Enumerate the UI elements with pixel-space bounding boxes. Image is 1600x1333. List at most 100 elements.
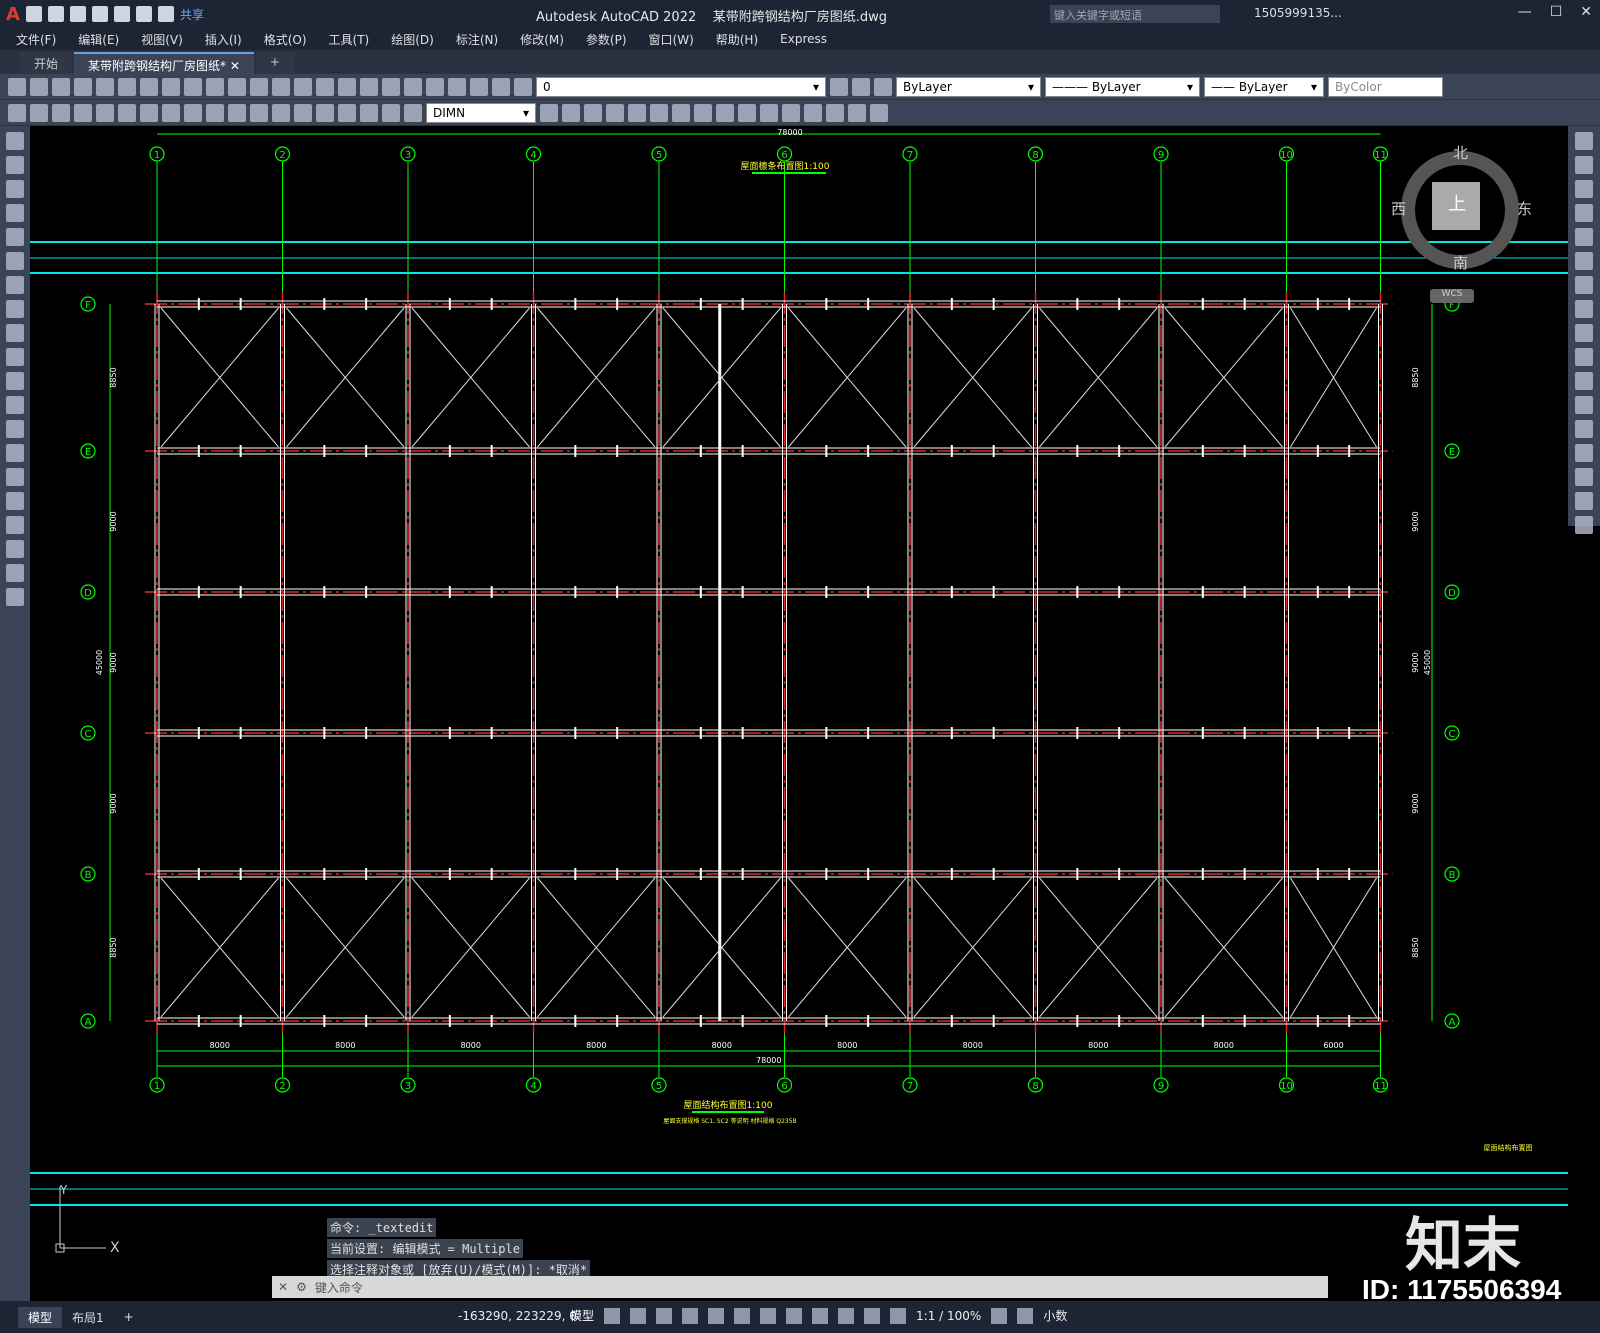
extend-icon[interactable] bbox=[1575, 372, 1593, 390]
menu-express[interactable]: Express bbox=[780, 32, 827, 46]
customize-icon[interactable]: ⚙ bbox=[296, 1280, 307, 1294]
polar-icon[interactable] bbox=[682, 1307, 699, 1324]
osnap-icon[interactable] bbox=[708, 1307, 725, 1324]
explode-icon[interactable] bbox=[870, 103, 888, 122]
lineweight-icon[interactable] bbox=[760, 1307, 777, 1324]
make-block-icon[interactable] bbox=[6, 420, 24, 438]
wcs-menu[interactable]: WCS bbox=[1430, 289, 1474, 303]
angular-icon[interactable] bbox=[162, 103, 180, 122]
add-selected-icon[interactable] bbox=[6, 588, 24, 606]
menu-insert[interactable]: 插入(I) bbox=[205, 31, 242, 48]
join-icon[interactable] bbox=[1575, 420, 1593, 438]
inspection-icon[interactable] bbox=[338, 103, 356, 122]
layer-state-icon[interactable] bbox=[874, 77, 892, 96]
design-center-icon[interactable] bbox=[382, 77, 400, 96]
match-properties-icon[interactable] bbox=[206, 77, 224, 96]
dimension-update-icon[interactable] bbox=[404, 103, 422, 122]
calculator-icon[interactable] bbox=[470, 77, 488, 96]
array-icon[interactable] bbox=[650, 103, 668, 122]
model-space-toggle[interactable]: 模型 bbox=[570, 1307, 594, 1324]
zoom-previous-icon[interactable] bbox=[338, 77, 356, 96]
plus-icon[interactable] bbox=[1017, 1307, 1034, 1324]
roof-structure-plan[interactable]: 11223344556677889910101111F FE ED DC CB BA A80… bbox=[30, 126, 1568, 1301]
extend-icon[interactable] bbox=[760, 103, 778, 122]
erase-icon[interactable] bbox=[1575, 132, 1593, 150]
quick-dimension-icon[interactable] bbox=[184, 103, 202, 122]
circle-icon[interactable] bbox=[6, 276, 24, 294]
linetype-dropdown[interactable]: ——— ByLayer ▾ bbox=[1045, 76, 1200, 97]
menu-help[interactable]: 帮助(H) bbox=[716, 31, 758, 48]
plot-icon[interactable] bbox=[74, 77, 92, 96]
revcloud-icon[interactable] bbox=[6, 300, 24, 318]
construction-line-icon[interactable] bbox=[6, 156, 24, 174]
open-file-icon[interactable] bbox=[47, 6, 64, 22]
save-icon[interactable] bbox=[69, 6, 86, 22]
stretch-icon[interactable] bbox=[716, 103, 734, 122]
menu-dimension[interactable]: 标注(N) bbox=[456, 31, 498, 48]
compass-south[interactable]: 南 bbox=[1453, 252, 1468, 273]
mirror-icon[interactable] bbox=[606, 103, 624, 122]
tab-drawing[interactable]: 某带附跨钢结构厂房图纸* ✕ bbox=[74, 52, 254, 74]
spline-icon[interactable] bbox=[6, 324, 24, 342]
maximize-icon[interactable]: ☐ bbox=[1550, 4, 1563, 20]
menu-modify[interactable]: 修改(M) bbox=[520, 31, 564, 48]
arc-length-icon[interactable] bbox=[52, 103, 70, 122]
grid-icon[interactable] bbox=[604, 1307, 621, 1324]
move-icon[interactable] bbox=[1575, 252, 1593, 270]
tab-start[interactable]: 开始 bbox=[20, 52, 73, 74]
share-button[interactable]: 共享 bbox=[180, 6, 204, 23]
offset-icon[interactable] bbox=[1575, 204, 1593, 222]
chamfer-icon[interactable] bbox=[826, 103, 844, 122]
mtext-icon[interactable] bbox=[6, 564, 24, 582]
undo-icon[interactable] bbox=[135, 6, 152, 22]
save-as-icon[interactable] bbox=[91, 6, 108, 22]
offset-icon[interactable] bbox=[628, 103, 646, 122]
cut-icon[interactable] bbox=[140, 77, 158, 96]
close-icon[interactable]: ✕ bbox=[1580, 4, 1592, 20]
selection-cycling-icon[interactable] bbox=[812, 1307, 829, 1324]
stretch-icon[interactable] bbox=[1575, 324, 1593, 342]
redo-icon[interactable] bbox=[157, 6, 174, 22]
trim-icon[interactable] bbox=[738, 103, 756, 122]
tab-model[interactable]: 模型 bbox=[18, 1306, 63, 1328]
undo-icon[interactable] bbox=[228, 77, 246, 96]
new-icon[interactable] bbox=[8, 77, 26, 96]
autocad-logo-icon[interactable]: A bbox=[6, 4, 20, 25]
save-icon[interactable] bbox=[52, 77, 70, 96]
table-icon[interactable] bbox=[6, 540, 24, 558]
scale-icon[interactable] bbox=[1575, 300, 1593, 318]
tool-palettes-icon[interactable] bbox=[404, 77, 422, 96]
add-layout-button[interactable]: + bbox=[114, 1308, 144, 1326]
explode-icon[interactable] bbox=[1575, 516, 1593, 534]
point-icon[interactable] bbox=[6, 444, 24, 462]
compass-west[interactable]: 西 bbox=[1391, 198, 1406, 219]
annotation-visibility-icon[interactable] bbox=[864, 1307, 881, 1324]
annotation-scale[interactable]: 1:1 / 100% bbox=[916, 1309, 981, 1323]
dimension-style-icon[interactable] bbox=[540, 103, 558, 122]
dimstyle-dropdown[interactable]: DIMN ▾ bbox=[426, 102, 536, 123]
fillet-icon[interactable] bbox=[1575, 468, 1593, 486]
dimension-space-icon[interactable] bbox=[250, 103, 268, 122]
pan-icon[interactable] bbox=[272, 77, 290, 96]
auto-scale-icon[interactable] bbox=[890, 1307, 907, 1324]
break-icon[interactable] bbox=[782, 103, 800, 122]
viewcube[interactable]: 北 南 西 东 上 bbox=[1390, 140, 1532, 280]
menu-tools[interactable]: 工具(T) bbox=[329, 31, 370, 48]
menu-parametric[interactable]: 参数(P) bbox=[586, 31, 627, 48]
markup-icon[interactable] bbox=[448, 77, 466, 96]
help-icon[interactable] bbox=[492, 77, 510, 96]
preview-icon[interactable] bbox=[96, 77, 114, 96]
jogged-icon[interactable] bbox=[118, 103, 136, 122]
plotstyle-dropdown[interactable]: ByColor bbox=[1328, 76, 1443, 97]
compass-east[interactable]: 东 bbox=[1517, 198, 1532, 219]
viewcube-top-label[interactable]: 上 bbox=[1448, 190, 1466, 216]
user-account[interactable]: 1505999135... bbox=[1254, 6, 1342, 20]
snap-icon[interactable] bbox=[630, 1307, 647, 1324]
rotate-icon[interactable] bbox=[1575, 276, 1593, 294]
close-tab-icon[interactable]: ✕ bbox=[230, 59, 240, 73]
fillet-icon[interactable] bbox=[848, 103, 866, 122]
ordinate-icon[interactable] bbox=[74, 103, 92, 122]
scale-icon[interactable] bbox=[694, 103, 712, 122]
ellipse-icon[interactable] bbox=[6, 348, 24, 366]
dimension-break-icon[interactable] bbox=[272, 103, 290, 122]
